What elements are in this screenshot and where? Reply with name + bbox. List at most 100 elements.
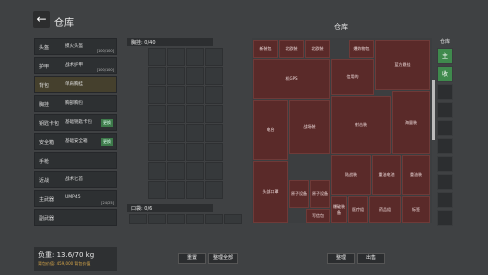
equip-slot[interactable]: 近战 战术匕首 bbox=[34, 171, 117, 188]
storage-item[interactable]: 头部口罩 bbox=[253, 161, 288, 223]
storage-item[interactable]: 电台 bbox=[253, 100, 288, 160]
replace-button[interactable]: 更换 bbox=[101, 138, 113, 146]
scrollbar[interactable] bbox=[432, 80, 435, 140]
storage-item[interactable]: 爆炸物包 bbox=[349, 40, 374, 58]
storage-item[interactable]: 医疗组 bbox=[348, 196, 368, 223]
storage-item[interactable]: 信用的 bbox=[331, 59, 374, 95]
chest-cell[interactable] bbox=[148, 124, 166, 142]
slot-label: 安全箱 bbox=[39, 140, 55, 146]
organize-all-button[interactable]: 整理全部 bbox=[208, 253, 238, 264]
storage-item[interactable]: 爆破装备 bbox=[331, 196, 347, 223]
storage-item[interactable]: 北欧装 bbox=[305, 40, 330, 58]
chest-cell[interactable] bbox=[167, 181, 185, 199]
slot-label: 主武器 bbox=[39, 197, 55, 203]
slot-item: 战术护甲 bbox=[65, 63, 83, 68]
sell-button[interactable]: 出售 bbox=[357, 253, 385, 264]
storage-item[interactable]: 陆战装 bbox=[331, 155, 371, 195]
side-title: 仓库 bbox=[440, 39, 451, 45]
equip-slot[interactable]: 护甲 战术护甲 [100/100] bbox=[34, 57, 117, 74]
chest-cell[interactable] bbox=[205, 48, 223, 66]
storage-item[interactable]: 机GPS bbox=[253, 59, 330, 99]
chest-cell[interactable] bbox=[148, 86, 166, 104]
chest-cell[interactable] bbox=[205, 105, 223, 123]
chest-cell[interactable] bbox=[186, 181, 204, 199]
storage-item[interactable]: 蓝方悬挂 bbox=[375, 40, 430, 90]
storage-item[interactable]: 射击装 bbox=[331, 96, 391, 154]
pocket-cell[interactable] bbox=[167, 214, 185, 224]
pocket-cell[interactable] bbox=[224, 214, 242, 224]
chest-cell[interactable] bbox=[186, 143, 204, 161]
storage-item[interactable]: 标签 bbox=[402, 196, 430, 223]
chest-cell[interactable] bbox=[167, 86, 185, 104]
storage-item[interactable]: 原子设备 bbox=[289, 180, 309, 208]
backpack-value: 背包价值: 459,000 背包价值 bbox=[38, 261, 91, 266]
chest-cell[interactable] bbox=[167, 143, 185, 161]
chest-cell[interactable] bbox=[186, 86, 204, 104]
chest-cell[interactable] bbox=[205, 162, 223, 180]
side-tab[interactable] bbox=[437, 192, 453, 208]
equip-slot[interactable]: 背包 单肩胸挂 bbox=[34, 76, 117, 93]
pocket-cell[interactable] bbox=[186, 214, 204, 224]
equip-slot[interactable]: 副武器 bbox=[34, 209, 117, 226]
chest-cell[interactable] bbox=[186, 67, 204, 85]
equip-slot[interactable]: 手枪 bbox=[34, 152, 117, 169]
chest-cell[interactable] bbox=[148, 181, 166, 199]
equip-slot[interactable]: 主武器 UMP45 [24/25] bbox=[34, 190, 117, 207]
chest-cell[interactable] bbox=[167, 124, 185, 142]
replace-button[interactable]: 更换 bbox=[101, 119, 113, 127]
pocket-cell[interactable] bbox=[129, 214, 147, 224]
pocket-cell[interactable] bbox=[205, 214, 223, 224]
side-tab[interactable]: 收 bbox=[437, 66, 453, 82]
side-tab[interactable] bbox=[437, 102, 453, 118]
chest-cell[interactable] bbox=[167, 48, 185, 66]
chest-cell[interactable] bbox=[205, 143, 223, 161]
side-tab[interactable] bbox=[437, 174, 453, 190]
chest-cell[interactable] bbox=[186, 124, 204, 142]
chest-cell[interactable] bbox=[148, 48, 166, 66]
chest-cell[interactable] bbox=[186, 48, 204, 66]
storage-item[interactable]: 药品组 bbox=[369, 196, 401, 223]
storage-item[interactable]: 原子设备 bbox=[310, 180, 330, 208]
back-button[interactable]: ← bbox=[33, 11, 50, 28]
storage-item[interactable]: 海量装 bbox=[392, 91, 430, 154]
equip-slot[interactable]: 钥匙卡包 基础钥匙卡包 更换 bbox=[34, 114, 117, 131]
side-tab[interactable]: 主 bbox=[437, 48, 453, 64]
storage-item[interactable]: 重油电池 bbox=[372, 155, 401, 195]
equip-slot[interactable]: 胸挂 胸部胸包 bbox=[34, 95, 117, 112]
slot-item: 单肩胸挂 bbox=[65, 82, 83, 87]
chest-label: 胸挂: 0/40 bbox=[131, 40, 156, 46]
side-tab[interactable] bbox=[437, 84, 453, 100]
reset-button[interactable]: 重置 bbox=[178, 253, 206, 264]
side-tab[interactable] bbox=[437, 210, 453, 226]
chest-cell[interactable] bbox=[148, 162, 166, 180]
tidy-button[interactable]: 整理 bbox=[327, 253, 355, 264]
pocket-header: 口袋: 0/6 bbox=[127, 204, 213, 212]
chest-cell[interactable] bbox=[148, 67, 166, 85]
chest-cell[interactable] bbox=[186, 162, 204, 180]
chest-cell[interactable] bbox=[167, 162, 185, 180]
chest-cell[interactable] bbox=[148, 105, 166, 123]
slot-item: UMP45 bbox=[65, 195, 81, 200]
pocket-cell[interactable] bbox=[148, 214, 166, 224]
chest-cell[interactable] bbox=[205, 181, 223, 199]
chest-cell[interactable] bbox=[167, 105, 185, 123]
chest-cell[interactable] bbox=[167, 67, 185, 85]
storage-item[interactable]: 北欧装 bbox=[279, 40, 304, 58]
equip-slot[interactable]: 头盔 摸火头盔 [100/100] bbox=[34, 38, 117, 55]
side-tab[interactable] bbox=[437, 138, 453, 154]
chest-cell[interactable] bbox=[205, 67, 223, 85]
slot-label: 胸挂 bbox=[39, 102, 50, 108]
side-tab[interactable] bbox=[437, 120, 453, 136]
slot-durability: [100/100] bbox=[96, 68, 114, 72]
side-tab[interactable] bbox=[437, 156, 453, 172]
chest-cell[interactable] bbox=[205, 124, 223, 142]
chest-cell[interactable] bbox=[148, 143, 166, 161]
storage-item[interactable]: 重油装 bbox=[402, 155, 430, 195]
slot-item: 基础安全箱 bbox=[65, 139, 88, 144]
storage-item[interactable]: 新装包 bbox=[253, 40, 278, 58]
chest-cell[interactable] bbox=[186, 105, 204, 123]
chest-cell[interactable] bbox=[205, 86, 223, 104]
storage-item[interactable]: 战场装 bbox=[289, 100, 330, 154]
equip-slot[interactable]: 安全箱 基础安全箱 更换 bbox=[34, 133, 117, 150]
storage-item[interactable]: 写信包 bbox=[306, 209, 330, 223]
